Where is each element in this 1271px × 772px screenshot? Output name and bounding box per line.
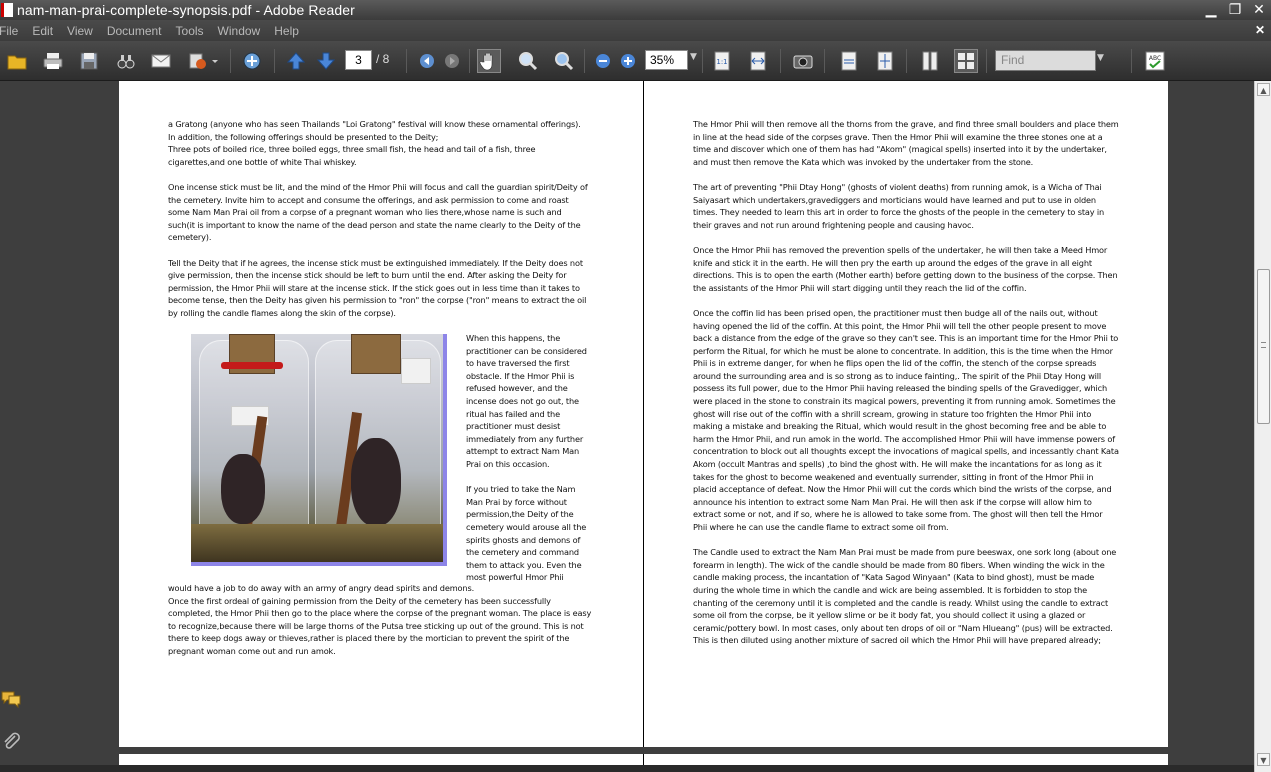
dynamic-zoom-icon[interactable] <box>552 49 576 73</box>
toolbar-separator <box>230 49 231 73</box>
left-page-side-text: When this happens, the practitioner can … <box>466 332 594 584</box>
two-up-icon[interactable] <box>954 49 978 73</box>
print-icon[interactable] <box>41 49 65 73</box>
window-controls: ▁ ❐ ✕ <box>1199 0 1271 20</box>
spellcheck-icon[interactable]: ABC <box>1143 49 1167 73</box>
paragraph: Once the coffin lid has been prised open… <box>693 307 1119 532</box>
paragraph: Tell the Deity that if he agrees, the in… <box>168 257 587 318</box>
toolbar-separator <box>1131 49 1132 73</box>
comments-icon[interactable] <box>0 688 22 710</box>
toolbar-separator <box>584 49 585 73</box>
hand-tool-icon[interactable] <box>477 49 501 73</box>
pdf-app-icon <box>1 3 13 17</box>
paragraph: The Candle used to extract the Nam Man P… <box>693 547 1117 646</box>
toolbar-separator <box>780 49 781 73</box>
fit-page-icon[interactable] <box>837 49 861 73</box>
go-back-icon[interactable] <box>415 49 439 73</box>
figurine <box>221 454 265 524</box>
scroll-thumb[interactable] <box>1257 269 1270 424</box>
page-gutter <box>643 81 644 747</box>
share-dropdown-icon[interactable] <box>210 49 220 73</box>
go-forward-icon[interactable] <box>440 49 464 73</box>
menu-file[interactable]: File <box>0 24 18 38</box>
right-page-text: The Hmor Phii will then remove all the t… <box>693 118 1119 660</box>
left-page-text-top: a Gratong (anyone who has seen Thailands… <box>168 118 588 332</box>
menu-edit[interactable]: Edit <box>32 24 53 38</box>
toolbar-separator <box>406 49 407 73</box>
paragraph: If you tried to take the Nam Man Prai by… <box>466 484 587 583</box>
next-page-icon[interactable] <box>314 49 338 73</box>
snapshot-icon[interactable] <box>791 49 815 73</box>
share-icon[interactable] <box>186 49 210 73</box>
paragraph: a Gratong (anyone who has seen Thailands… <box>168 119 581 142</box>
email-icon[interactable] <box>149 49 173 73</box>
zoom-in-icon[interactable] <box>616 49 640 73</box>
menu-bar: File Edit View Document Tools Window Hel… <box>0 20 1271 41</box>
paragraph: Once the first ordeal of gaining permiss… <box>168 595 592 656</box>
status-strip <box>0 765 1254 772</box>
paragraph: Three pots of boiled rice, three boiled … <box>168 144 536 167</box>
prev-page-icon[interactable] <box>284 49 308 73</box>
actual-size-icon[interactable]: 1:1 <box>710 49 734 73</box>
open-folder-icon[interactable] <box>5 49 29 73</box>
find-input[interactable]: Find <box>995 50 1096 71</box>
select-zoom-icon[interactable] <box>516 49 540 73</box>
scroll-up-icon[interactable]: ▲ <box>1257 83 1270 96</box>
fit-window-icon[interactable] <box>873 49 897 73</box>
adobe-reader-window: nam-man-prai-complete-synopsis.pdf - Ado… <box>0 0 1271 772</box>
toolbar-separator <box>986 49 987 73</box>
bottle-sediment <box>191 524 443 562</box>
svg-text:1:1: 1:1 <box>716 58 727 66</box>
close-document-button[interactable]: ✕ <box>1255 23 1265 37</box>
search-binoculars-icon[interactable] <box>114 49 138 73</box>
paragraph: When this happens, the practitioner can … <box>466 333 587 469</box>
paragraph: would have a job to do away with an army… <box>168 583 475 593</box>
menu-document[interactable]: Document <box>107 24 162 38</box>
close-button[interactable]: ✕ <box>1247 0 1271 20</box>
title-bar: nam-man-prai-complete-synopsis.pdf - Ado… <box>0 0 1271 20</box>
window-title: nam-man-prai-complete-synopsis.pdf - Ado… <box>17 2 355 18</box>
scroll-down-icon[interactable]: ▼ <box>1257 753 1270 766</box>
save-icon[interactable] <box>77 49 101 73</box>
cork <box>351 334 401 374</box>
paragraph: The Hmor Phii will then remove all the t… <box>693 119 1119 167</box>
left-page-text-bottom: would have a job to do away with an army… <box>168 582 593 670</box>
paragraph: The art of preventing "Phii Dtay Hong" (… <box>693 181 1105 230</box>
vertical-scrollbar[interactable]: ▲ ▼ <box>1254 81 1271 772</box>
zoom-dropdown-icon[interactable]: ▼ <box>690 52 697 62</box>
menu-tools[interactable]: Tools <box>176 24 204 38</box>
figurine <box>351 438 401 526</box>
restore-button[interactable]: ❐ <box>1223 0 1247 20</box>
fit-width-icon[interactable] <box>746 49 770 73</box>
menu-view[interactable]: View <box>67 24 93 38</box>
collaborate-icon[interactable] <box>240 49 264 73</box>
scroll-grip-icon <box>1261 342 1266 348</box>
toolbar-separator <box>274 49 275 73</box>
zoom-level-input[interactable]: 35% <box>645 50 688 70</box>
page-total-label: / 8 <box>376 52 390 66</box>
zoom-out-icon[interactable] <box>591 49 615 73</box>
find-dropdown-icon[interactable]: ▼ <box>1097 53 1104 63</box>
toolbar-separator <box>824 49 825 73</box>
toolbar-separator <box>702 49 703 73</box>
menu-help[interactable]: Help <box>274 24 299 38</box>
minimize-button[interactable]: ▁ <box>1199 0 1223 20</box>
single-page-icon[interactable] <box>918 49 942 73</box>
bottle-label <box>401 358 431 384</box>
attachment-paperclip-icon[interactable] <box>0 730 22 752</box>
page-number-input[interactable]: 3 <box>345 50 372 70</box>
red-seal <box>221 362 283 369</box>
menu-window[interactable]: Window <box>218 24 261 38</box>
toolbar-separator <box>906 49 907 73</box>
toolbar-separator <box>469 49 470 73</box>
paragraph: Once the Hmor Phii has removed the preve… <box>693 244 1118 293</box>
bottles-photo <box>191 334 447 566</box>
paragraph: One incense stick must be lit, and the m… <box>168 181 588 243</box>
